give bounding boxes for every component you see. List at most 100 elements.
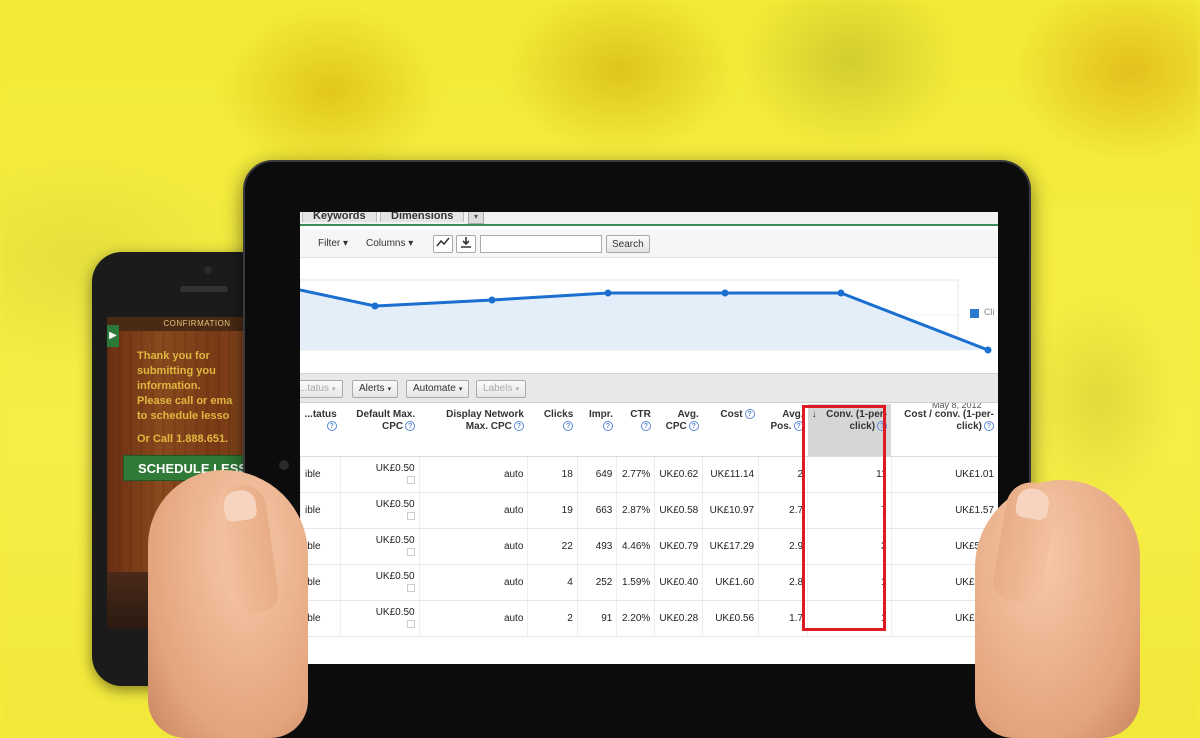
download-icon[interactable]	[456, 235, 476, 253]
right-thumbnail	[1014, 486, 1052, 522]
cell-display-cpc-value: auto	[503, 468, 524, 480]
edit-icon[interactable]	[345, 510, 415, 522]
cell-avg-cpc: UK£0.58	[654, 492, 703, 529]
tab-dimensions[interactable]: Dimensions	[380, 212, 465, 222]
cell-avg-cpc-value: UK£0.28	[659, 612, 699, 624]
cell-max-cpc-value: UK£0.50	[375, 498, 415, 510]
tab-bar: Keywords Dimensions ▾	[300, 212, 998, 226]
cell-cost: UK£11.14	[702, 456, 759, 493]
help-icon[interactable]: ?	[326, 421, 337, 432]
col-clicks-label: Clicks	[543, 409, 574, 420]
cell-avg-cpc-value: UK£0.40	[659, 576, 699, 588]
col-cost-conv-label: Cost / conv. (1-per-click)	[904, 409, 994, 432]
cell-ctr-value: 4.46%	[621, 540, 651, 552]
cell-display-cpc-value: auto	[503, 540, 524, 552]
col-clicks[interactable]: Clicks?	[527, 404, 578, 457]
legend-swatch	[970, 309, 979, 318]
cell-display-cpc: auto	[418, 456, 528, 493]
cell-max-cpc[interactable]: UK£0.50	[340, 564, 420, 601]
edit-icon[interactable]	[345, 582, 415, 594]
col-display-cpc-label: Display Network Max. CPC	[446, 409, 524, 432]
cell-avg-pos-value: 2.8	[789, 576, 804, 588]
col-avg-cpc[interactable]: Avg. CPC?	[654, 404, 703, 457]
cell-max-cpc[interactable]: UK£0.50	[340, 528, 420, 565]
edit-icon[interactable]	[345, 546, 415, 558]
keywords-table: ...tatus? Default Max. CPC? Display Netw…	[300, 404, 998, 637]
help-icon[interactable]: ?	[602, 421, 613, 432]
chart-svg	[300, 279, 992, 354]
cell-status: ible	[300, 492, 341, 529]
chart-icon-glyph	[436, 237, 450, 247]
col-display-cpc[interactable]: Display Network Max. CPC?	[419, 404, 528, 457]
cell-cost-conv-value: UK£1.01	[955, 468, 994, 480]
help-icon[interactable]: ?	[688, 421, 699, 432]
col-avg-pos[interactable]: Avg. Pos.?	[758, 404, 808, 457]
cell-impr: 252	[576, 564, 617, 601]
tab-keywords[interactable]: Keywords	[302, 212, 377, 222]
cell-cost: UK£10.97	[702, 492, 759, 529]
cell-clicks: 4	[527, 564, 578, 601]
chart-point[interactable]	[371, 302, 379, 310]
cell-max-cpc-value: UK£0.50	[375, 570, 415, 582]
alerts-button[interactable]: Alerts ▾	[352, 380, 399, 398]
edit-icon[interactable]	[345, 618, 415, 630]
chart-point[interactable]	[721, 289, 729, 297]
chart-point[interactable]	[984, 346, 992, 354]
chart-point[interactable]	[837, 289, 845, 297]
cell-ctr: 2.87%	[616, 492, 655, 529]
cell-display-cpc-value: auto	[503, 504, 524, 516]
change-status-button[interactable]: ...tatus ▾	[300, 380, 343, 398]
cell-cost: UK£0.56	[702, 600, 759, 637]
legend-label: Cli	[984, 307, 995, 317]
col-status[interactable]: ...tatus?	[300, 404, 341, 457]
automate-button[interactable]: Automate ▾	[406, 380, 470, 398]
cell-cost-value: UK£0.56	[715, 612, 755, 624]
edit-icon[interactable]	[345, 474, 415, 486]
chart-icon[interactable]	[433, 235, 453, 253]
table-row: ible UK£0.50 auto 2 91 2.20% UK£0.28 UK£0.56 1.7…	[300, 600, 998, 637]
col-max-cpc[interactable]: Default Max. CPC?	[340, 404, 420, 457]
phone-call-text: Or Call 1.888.651.	[137, 433, 229, 445]
search-input[interactable]	[480, 235, 602, 253]
help-icon[interactable]: ?	[640, 421, 651, 432]
tab-more-dropdown[interactable]: ▾	[468, 212, 484, 224]
cell-clicks: 18	[527, 456, 578, 493]
toolbar: Filter ▾ Columns ▾ Search	[300, 230, 998, 258]
col-ctr[interactable]: CTR?	[616, 404, 655, 457]
cell-ctr: 2.77%	[616, 456, 655, 493]
cell-ctr: 1.59%	[616, 564, 655, 601]
labels-button[interactable]: Labels ▾	[476, 380, 526, 398]
filter-dropdown[interactable]: Filter ▾	[318, 238, 348, 249]
columns-dropdown[interactable]: Columns ▾	[366, 238, 413, 249]
cell-clicks: 22	[527, 528, 578, 565]
help-icon[interactable]: ?	[405, 421, 416, 432]
cell-display-cpc: auto	[418, 528, 528, 565]
cell-max-cpc[interactable]: UK£0.50	[340, 600, 420, 637]
col-cost-conv[interactable]: Cost / conv. (1-per-click)?	[891, 404, 998, 457]
cell-max-cpc-value: UK£0.50	[375, 534, 415, 546]
chart-point[interactable]	[604, 289, 612, 297]
action-bar: ...tatus ▾ Alerts ▾ Automate ▾ Labels ▾	[300, 373, 998, 403]
help-icon[interactable]: ?	[984, 421, 994, 432]
cell-avg-cpc-value: UK£0.62	[659, 468, 699, 480]
cell-max-cpc[interactable]: UK£0.50	[340, 456, 420, 493]
cell-ctr-value: 2.87%	[621, 504, 651, 516]
chart-point[interactable]	[488, 296, 496, 304]
help-icon[interactable]: ?	[513, 421, 524, 432]
labels-label: Labels	[483, 383, 513, 394]
search-button[interactable]: Search	[606, 235, 650, 253]
col-impr-label: Impr.	[588, 409, 613, 420]
cell-clicks-value: 18	[561, 468, 573, 480]
col-impr[interactable]: Impr.?	[577, 404, 617, 457]
help-icon[interactable]: ?	[744, 409, 755, 420]
cell-max-cpc[interactable]: UK£0.50	[340, 492, 420, 529]
cell-ctr: 4.46%	[616, 528, 655, 565]
cell-avg-cpc-value: UK£0.58	[659, 504, 699, 516]
table-row: ible UK£0.50 auto 22 493 4.46% UK£0.79 UK£17.29…	[300, 528, 998, 565]
cell-avg-pos: 2	[758, 456, 808, 493]
col-cost[interactable]: Cost?	[702, 404, 759, 457]
automate-label: Automate	[413, 383, 456, 394]
cell-impr: 663	[576, 492, 617, 529]
phone-speaker	[180, 286, 228, 292]
help-icon[interactable]: ?	[563, 421, 574, 432]
